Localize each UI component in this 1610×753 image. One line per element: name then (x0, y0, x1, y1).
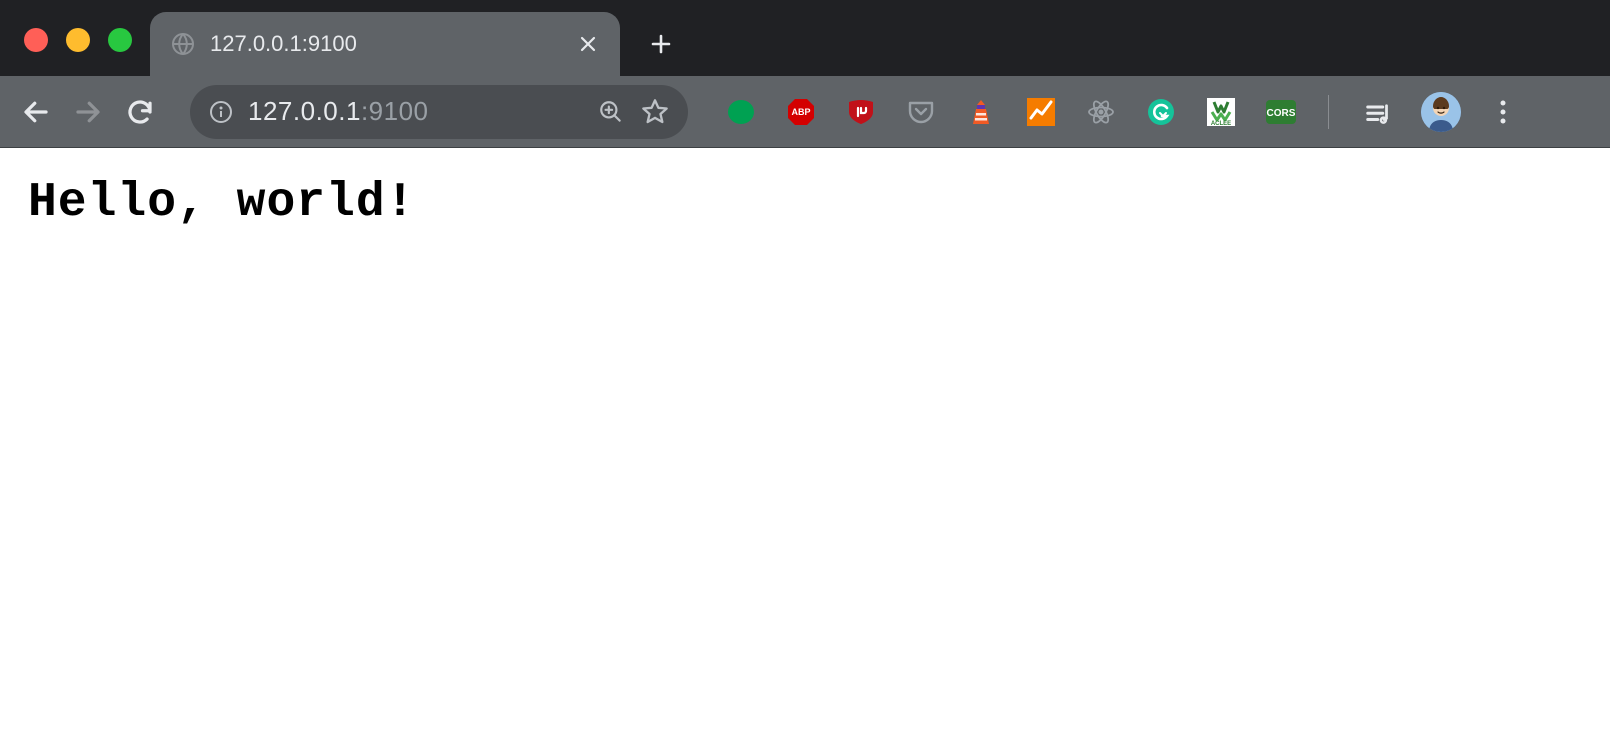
window-minimize-button[interactable] (66, 28, 90, 52)
extension-aclee[interactable]: ACLEE (1206, 97, 1236, 127)
extension-greenlight[interactable] (726, 97, 756, 127)
aclee-icon: ACLEE (1207, 98, 1235, 126)
pocket-icon (906, 97, 936, 127)
extension-cors[interactable]: CORS (1266, 97, 1296, 127)
globe-icon (170, 31, 196, 57)
tab-strip-region: 127.0.0.1:9100 (0, 0, 1610, 76)
toolbar-divider (1328, 95, 1329, 129)
media-icon (1364, 97, 1394, 127)
tab-strip: 127.0.0.1:9100 (150, 0, 688, 76)
avatar-icon (1421, 92, 1461, 132)
zoom-in-icon (598, 99, 624, 125)
extension-lighthouse[interactable] (966, 97, 996, 127)
reload-icon (125, 97, 155, 127)
extension-pocket[interactable] (906, 97, 936, 127)
extension-grammarly[interactable] (1146, 97, 1176, 127)
media-control-button[interactable] (1357, 90, 1401, 134)
kebab-icon (1499, 99, 1507, 125)
cors-icon: CORS (1266, 100, 1296, 124)
tab-close-button[interactable] (576, 32, 600, 56)
browser-toolbar: 127.0.0.1:9100 ABP (0, 76, 1610, 148)
extension-react-devtools[interactable] (1086, 97, 1116, 127)
info-icon (209, 100, 233, 124)
svg-text:ACLEE: ACLEE (1211, 121, 1231, 126)
page-content: Hello, world! (0, 148, 1610, 258)
greenlight-icon (727, 98, 755, 126)
close-icon (579, 35, 597, 53)
browser-tab-active[interactable]: 127.0.0.1:9100 (150, 12, 620, 76)
url-text: 127.0.0.1:9100 (248, 96, 582, 127)
back-button[interactable] (14, 90, 58, 134)
arrow-right-icon (73, 97, 103, 127)
toolbar-right-controls (1357, 90, 1525, 134)
extension-analytics[interactable] (1026, 97, 1056, 127)
window-close-button[interactable] (24, 28, 48, 52)
bookmark-button[interactable] (640, 97, 670, 127)
url-host: 127.0.0.1 (248, 96, 361, 126)
forward-button[interactable] (66, 90, 110, 134)
page-body-text: Hello, world! (28, 176, 1582, 230)
analytics-icon (1027, 98, 1055, 126)
extension-ublock[interactable] (846, 97, 876, 127)
atom-icon (1086, 97, 1116, 127)
grammarly-icon (1147, 98, 1175, 126)
browser-menu-button[interactable] (1481, 90, 1525, 134)
extension-abp[interactable]: ABP (786, 97, 816, 127)
arrow-left-icon (21, 97, 51, 127)
site-info-button[interactable] (208, 99, 234, 125)
abp-icon: ABP (786, 97, 816, 127)
reload-button[interactable] (118, 90, 162, 134)
tab-title: 127.0.0.1:9100 (210, 31, 562, 57)
profile-avatar-button[interactable] (1421, 92, 1461, 132)
window-maximize-button[interactable] (108, 28, 132, 52)
new-tab-button[interactable] (634, 17, 688, 71)
svg-text:CORS: CORS (1267, 108, 1296, 119)
ublock-icon (847, 98, 875, 126)
window-controls (24, 28, 132, 52)
url-port: :9100 (361, 96, 429, 126)
svg-text:ABP: ABP (791, 107, 810, 117)
lighthouse-icon (967, 98, 995, 126)
address-bar[interactable]: 127.0.0.1:9100 (190, 85, 688, 139)
plus-icon (649, 32, 673, 56)
star-icon (641, 98, 669, 126)
zoom-button[interactable] (596, 97, 626, 127)
extensions-area: ABP (726, 97, 1296, 127)
